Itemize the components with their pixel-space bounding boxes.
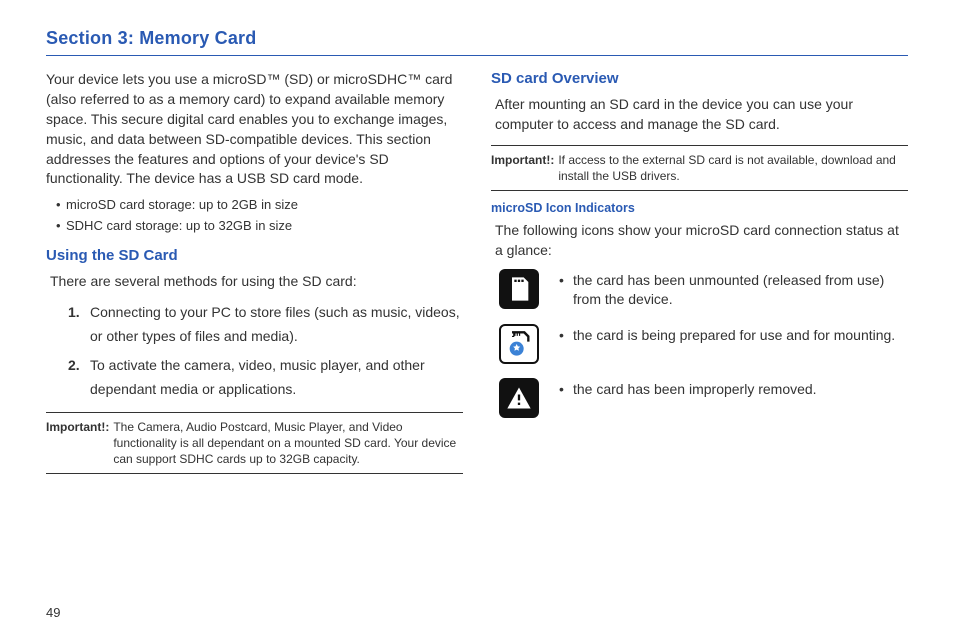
using-sd-heading: Using the SD Card bbox=[46, 247, 463, 264]
icon-row: the card is being prepared for use and f… bbox=[491, 324, 908, 364]
important-text: The Camera, Audio Postcard, Music Player… bbox=[113, 419, 463, 468]
intro-paragraph: Your device lets you use a microSD™ (SD)… bbox=[46, 70, 463, 189]
step-text: Connecting to your PC to store files (su… bbox=[90, 304, 460, 345]
steps-list: 1.Connecting to your PC to store files (… bbox=[68, 300, 463, 402]
icon-description: the card has been improperly removed. bbox=[559, 378, 908, 400]
icon-description: the card is being prepared for use and f… bbox=[559, 324, 908, 346]
content-columns: Your device lets you use a microSD™ (SD)… bbox=[46, 70, 908, 484]
important-note: Important!: The Camera, Audio Postcard, … bbox=[46, 412, 463, 475]
storage-bullet-list: microSD card storage: up to 2GB in size … bbox=[56, 195, 463, 237]
icon-indicator-list: the card has been unmounted (released fr… bbox=[491, 269, 908, 418]
body-text: The following icons show your microSD ca… bbox=[495, 221, 908, 261]
icon-row: the card has been improperly removed. bbox=[491, 378, 908, 418]
important-label: Important!: bbox=[46, 419, 109, 468]
icon-row: the card has been unmounted (released fr… bbox=[491, 269, 908, 310]
step-item: 2.To activate the camera, video, music p… bbox=[68, 353, 463, 402]
bullet-item: SDHC card storage: up to 32GB in size bbox=[56, 216, 463, 237]
sd-preparing-icon bbox=[499, 324, 539, 364]
step-item: 1.Connecting to your PC to store files (… bbox=[68, 300, 463, 349]
page-number: 49 bbox=[46, 605, 60, 620]
important-note: Important!: If access to the external SD… bbox=[491, 145, 908, 191]
important-label: Important!: bbox=[491, 152, 554, 184]
step-text: To activate the camera, video, music pla… bbox=[90, 357, 425, 398]
icon-description: the card has been unmounted (released fr… bbox=[559, 269, 908, 310]
sd-overview-heading: SD card Overview bbox=[491, 70, 908, 87]
body-text: There are several methods for using the … bbox=[50, 272, 463, 292]
important-text: If access to the external SD card is not… bbox=[558, 152, 908, 184]
microsd-indicators-heading: microSD Icon Indicators bbox=[491, 201, 908, 215]
body-text: After mounting an SD card in the device … bbox=[495, 95, 908, 135]
bullet-item: microSD card storage: up to 2GB in size bbox=[56, 195, 463, 216]
right-column: SD card Overview After mounting an SD ca… bbox=[491, 70, 908, 484]
left-column: Your device lets you use a microSD™ (SD)… bbox=[46, 70, 463, 484]
sd-unmounted-icon bbox=[499, 269, 539, 309]
section-title: Section 3: Memory Card bbox=[46, 28, 908, 56]
sd-warning-icon bbox=[499, 378, 539, 418]
